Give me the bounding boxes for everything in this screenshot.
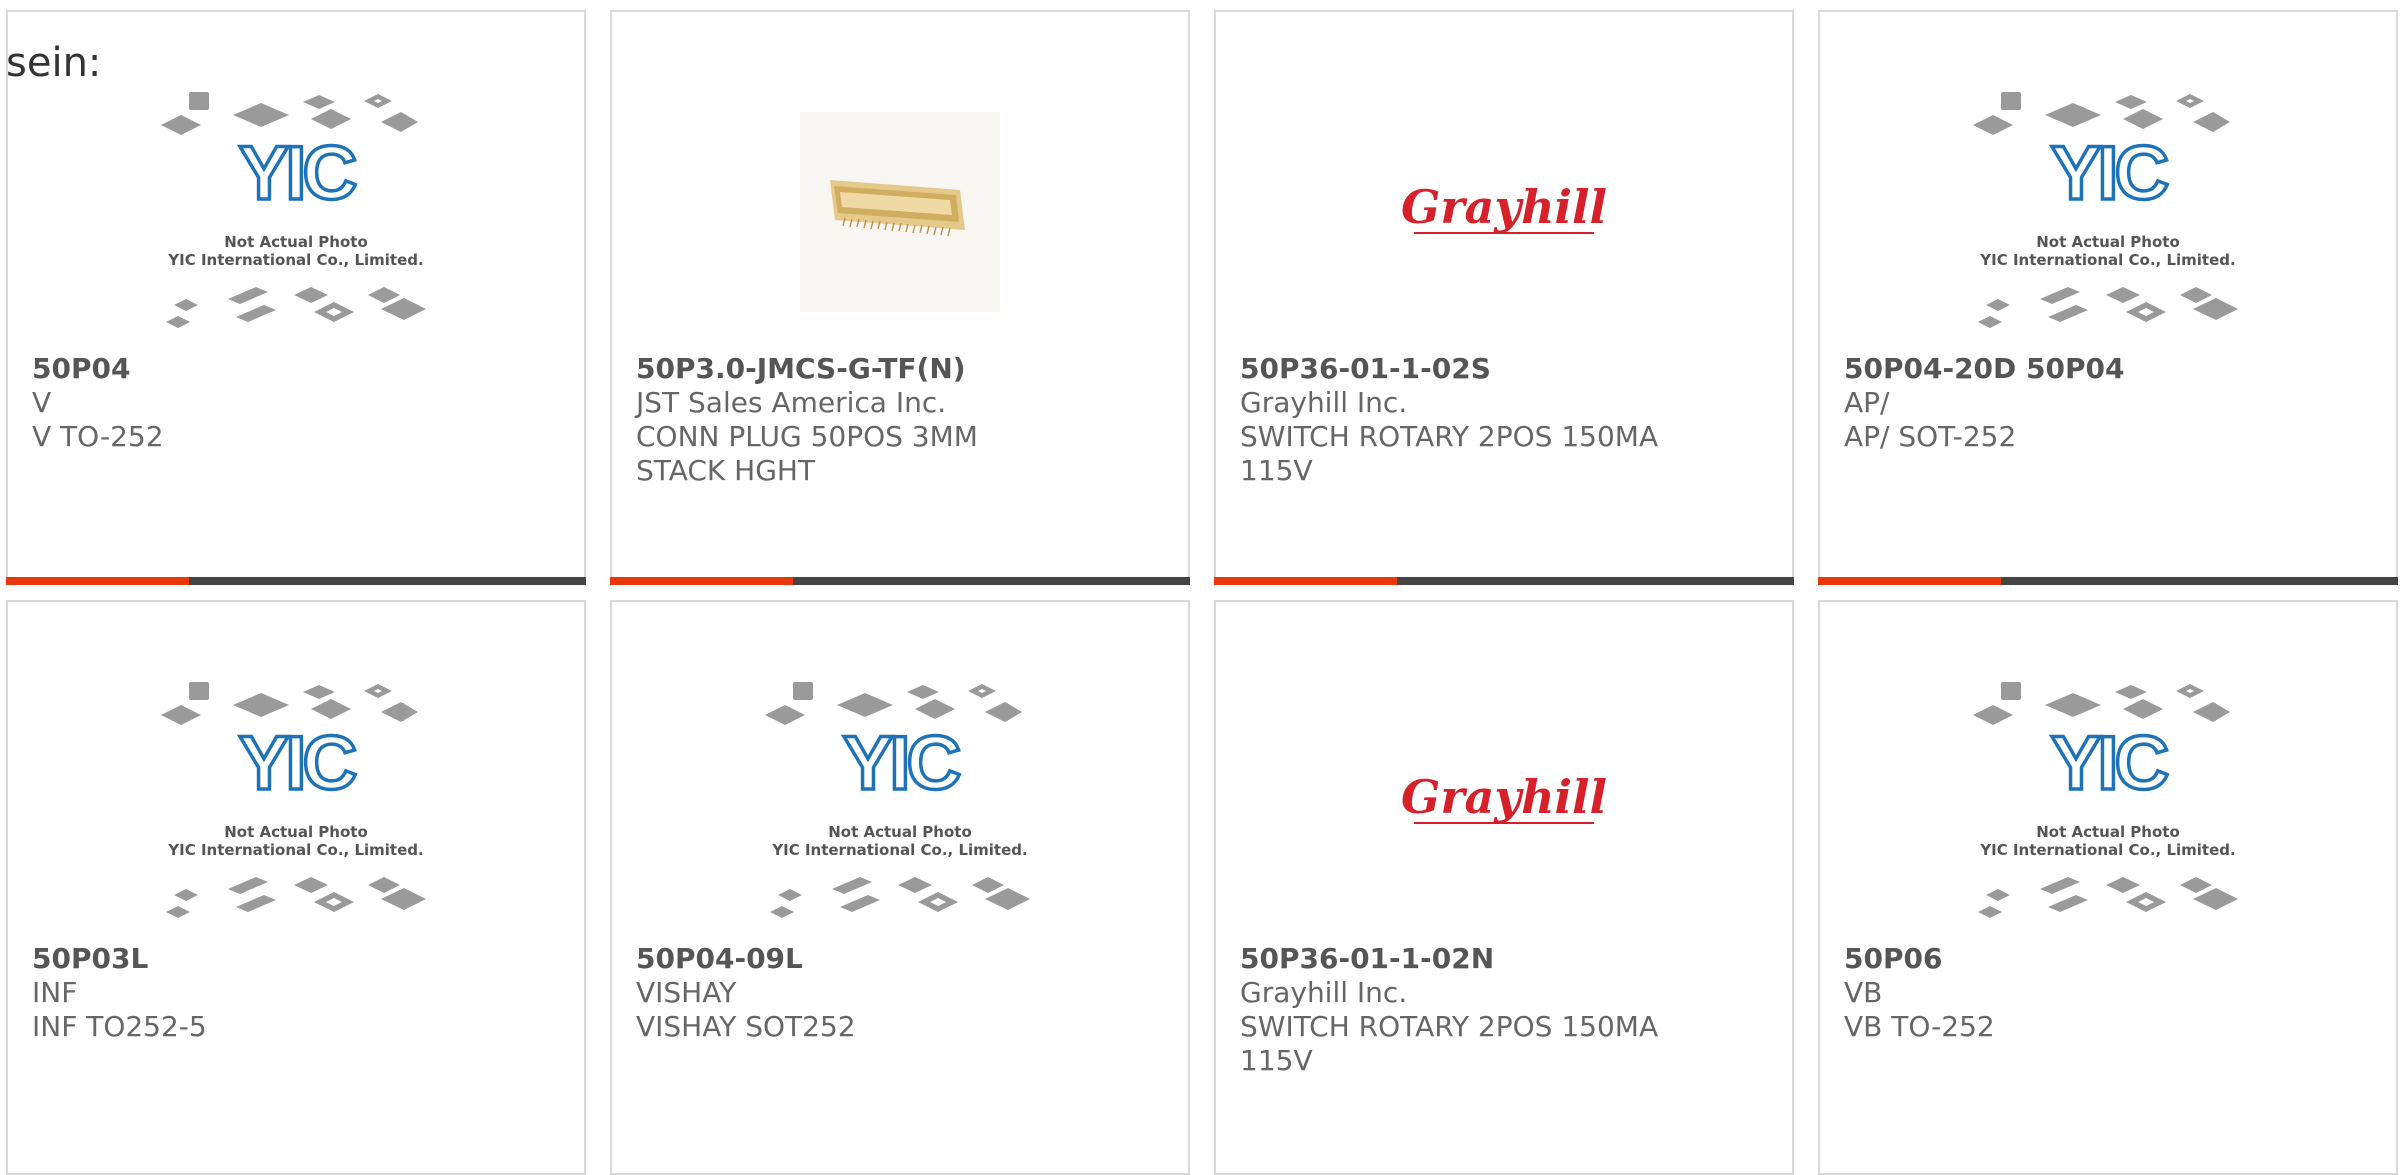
card-accent-bar	[6, 577, 189, 585]
part-number[interactable]: 50P04	[32, 352, 560, 386]
manufacturer: VISHAY	[636, 976, 737, 1009]
yic-placeholder-image: YIC Not Actual Photo YIC International C…	[1973, 682, 2238, 918]
card-accent-bar	[1818, 577, 2001, 585]
product-image[interactable]: YIC Not Actual Photo YIC International C…	[1820, 82, 2396, 342]
product-info: 50P06 VB VB TO-252	[1844, 942, 2372, 1044]
part-number[interactable]: 50P36-01-1-02N	[1240, 942, 1768, 976]
part-number[interactable]: 50P3.0-JMCS-G-TF(N)	[636, 352, 1164, 386]
product-image[interactable]	[612, 82, 1188, 342]
intro-text: sein:	[6, 40, 102, 86]
yic-logo-text: YIC	[239, 131, 356, 216]
not-actual-photo-text: Not Actual Photo	[224, 823, 368, 841]
card-footer-bar	[1214, 577, 1794, 585]
yic-company-text: YIC International Co., Limited.	[167, 251, 423, 269]
product-info: 50P36-01-1-02N Grayhill Inc. SWITCH ROTA…	[1240, 942, 1768, 1078]
grayhill-logo-image: Grayhill	[1401, 180, 1607, 234]
yic-placeholder-image: YIC Not Actual Photo YIC International C…	[161, 92, 426, 328]
card-footer-bar	[6, 577, 586, 585]
product-card[interactable]: YIC Not Actual Photo YIC International C…	[1818, 10, 2398, 585]
product-image[interactable]: YIC Not Actual Photo YIC International C…	[8, 82, 584, 342]
description: INF TO252-5	[32, 1010, 207, 1043]
product-info: 50P36-01-1-02S Grayhill Inc. SWITCH ROTA…	[1240, 352, 1768, 488]
product-image[interactable]: YIC Not Actual Photo YIC International C…	[612, 672, 1188, 932]
description: SWITCH ROTARY 2POS 150MA 115V	[1240, 1010, 1659, 1077]
product-image[interactable]: Grayhill	[1216, 82, 1792, 342]
yic-logo-text: YIC	[239, 721, 356, 806]
description: VB TO-252	[1844, 1010, 1995, 1043]
part-number[interactable]: 50P06	[1844, 942, 2372, 976]
card-accent-bar	[1214, 577, 1397, 585]
yic-logo-text: YIC	[843, 721, 960, 806]
product-info: 50P03L INF INF TO252-5	[32, 942, 560, 1044]
product-image[interactable]: Grayhill	[1216, 672, 1792, 932]
description: VISHAY SOT252	[636, 1010, 856, 1043]
description: SWITCH ROTARY 2POS 150MA 115V	[1240, 420, 1659, 487]
card-footer-bar	[610, 577, 1190, 585]
card-accent-bar	[610, 577, 793, 585]
product-info: 50P3.0-JMCS-G-TF(N) JST Sales America In…	[636, 352, 1164, 488]
yic-logo-text: YIC	[2051, 131, 2168, 216]
not-actual-photo-text: Not Actual Photo	[224, 233, 368, 251]
part-number[interactable]: 50P04-20D 50P04	[1844, 352, 2372, 386]
part-number[interactable]: 50P04-09L	[636, 942, 1164, 976]
product-card[interactable]: Grayhill 50P36-01-1-02S Grayhill Inc. SW…	[1214, 10, 1794, 585]
connector-photo	[800, 112, 1000, 312]
product-card[interactable]: YIC Not Actual Photo YIC International C…	[610, 600, 1190, 1175]
product-card[interactable]: Grayhill 50P36-01-1-02N Grayhill Inc. SW…	[1214, 600, 1794, 1175]
card-footer-bar	[1818, 577, 2398, 585]
product-info: 50P04-20D 50P04 AP/ AP/ SOT-252	[1844, 352, 2372, 454]
manufacturer: AP/	[1844, 386, 1890, 419]
product-info: 50P04 V V TO-252	[32, 352, 560, 454]
manufacturer: VB	[1844, 976, 1883, 1009]
not-actual-photo-text: Not Actual Photo	[2036, 823, 2180, 841]
yic-company-text: YIC International Co., Limited.	[771, 841, 1027, 859]
not-actual-photo-text: Not Actual Photo	[2036, 233, 2180, 251]
manufacturer: Grayhill Inc.	[1240, 386, 1408, 419]
product-card[interactable]: 50P3.0-JMCS-G-TF(N) JST Sales America In…	[610, 10, 1190, 585]
manufacturer: INF	[32, 976, 78, 1009]
grayhill-logo-image: Grayhill	[1401, 770, 1607, 824]
product-image[interactable]: YIC Not Actual Photo YIC International C…	[1820, 672, 2396, 932]
product-card[interactable]: YIC Not Actual Photo YIC International C…	[1818, 600, 2398, 1175]
product-card[interactable]: YIC Not Actual Photo YIC International C…	[6, 600, 586, 1175]
product-info: 50P04-09L VISHAY VISHAY SOT252	[636, 942, 1164, 1044]
manufacturer: Grayhill Inc.	[1240, 976, 1408, 1009]
yic-logo-text: YIC	[2051, 721, 2168, 806]
manufacturer: JST Sales America Inc.	[636, 386, 947, 419]
part-number[interactable]: 50P03L	[32, 942, 560, 976]
not-actual-photo-text: Not Actual Photo	[828, 823, 972, 841]
product-image[interactable]: YIC Not Actual Photo YIC International C…	[8, 672, 584, 932]
yic-placeholder-image: YIC Not Actual Photo YIC International C…	[1973, 92, 2238, 328]
yic-company-text: YIC International Co., Limited.	[1979, 841, 2235, 859]
manufacturer: V	[32, 386, 52, 419]
yic-company-text: YIC International Co., Limited.	[1979, 251, 2235, 269]
yic-placeholder-image: YIC Not Actual Photo YIC International C…	[161, 682, 426, 918]
product-card[interactable]: YIC Not Actual Photo YIC International C…	[6, 10, 586, 585]
description: AP/ SOT-252	[1844, 420, 2017, 453]
part-number[interactable]: 50P36-01-1-02S	[1240, 352, 1768, 386]
grayhill-logo-text: Grayhill	[1401, 180, 1607, 234]
description: V TO-252	[32, 420, 164, 453]
grayhill-logo-text: Grayhill	[1401, 770, 1607, 824]
description: CONN PLUG 50POS 3MM STACK HGHT	[636, 420, 978, 487]
yic-company-text: YIC International Co., Limited.	[167, 841, 423, 859]
yic-placeholder-image: YIC Not Actual Photo YIC International C…	[765, 682, 1030, 918]
